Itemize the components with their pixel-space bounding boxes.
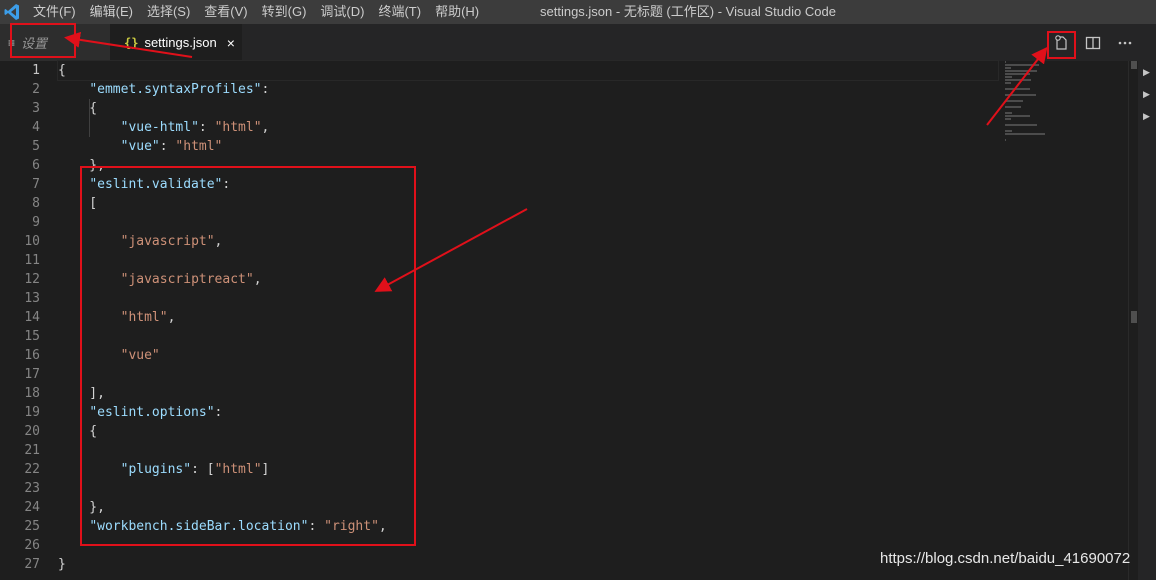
window-title: settings.json - 无标题 (工作区) - Visual Studi… — [540, 4, 836, 19]
code-line[interactable]: { — [58, 99, 998, 118]
code-token: { — [58, 63, 66, 78]
line-number: 3 — [32, 101, 40, 116]
line-number-gutter: 1 2 3 4 5 6 7 8 9 10 11 12 13 14 15 16 17 18 19 20 21 22 23 24 2… — [0, 61, 40, 574]
tab-settings-json[interactable]: {} settings.json × — [110, 24, 242, 61]
menu-item[interactable]: 终端(T) — [371, 0, 428, 24]
code-line[interactable]: { — [57, 60, 999, 81]
line-number: 7 — [32, 177, 40, 192]
minimap-line — [1005, 100, 1023, 102]
minimap-line — [1005, 124, 1038, 126]
line-number: 11 — [24, 253, 40, 268]
minimap[interactable] — [1005, 61, 1065, 141]
minimap-line — [1005, 76, 1013, 78]
title-bar: 文件(F) 编辑(E) 选择(S) 查看(V) 转到(G) 调试(D) 终端(T) 帮助(H)… — [0, 0, 1156, 24]
split-editor-icon[interactable] — [1082, 32, 1104, 54]
annotation-box-code — [80, 166, 416, 546]
line-number: 25 — [24, 519, 40, 534]
json-key: "emmet.syntaxProfiles" — [89, 82, 262, 97]
annotation-box-settings-tab — [10, 23, 76, 58]
menu-item[interactable]: 编辑(E) — [83, 0, 140, 24]
menu-item[interactable]: 转到(G) — [255, 0, 314, 24]
minimap-line — [1005, 106, 1021, 108]
line-number: 26 — [24, 538, 40, 553]
line-number: 5 — [32, 139, 40, 154]
minimap-line — [1005, 133, 1045, 135]
chevron-right-icon[interactable]: ▶ — [1143, 89, 1150, 100]
code-line[interactable]: } — [58, 555, 998, 574]
minimap-line — [1005, 64, 1039, 66]
json-string: "html" — [175, 139, 223, 154]
vscode-logo-icon — [4, 4, 19, 20]
minimap-line — [1005, 130, 1013, 132]
minimap-line — [1005, 139, 1007, 141]
line-number: 10 — [24, 234, 40, 249]
line-number: 20 — [24, 424, 40, 439]
menu-item[interactable]: 选择(S) — [140, 0, 197, 24]
line-number: 8 — [32, 196, 40, 211]
minimap-line — [1005, 61, 1007, 63]
watermark-text: https://blog.csdn.net/baidu_41690072 — [880, 550, 1131, 567]
minimap-line — [1005, 94, 1037, 96]
minimap-line — [1005, 73, 1031, 75]
scroll-thumb[interactable] — [1131, 311, 1137, 323]
code-token: { — [58, 101, 98, 116]
json-key: "vue" — [120, 139, 160, 154]
code-token: : — [159, 139, 176, 154]
line-number: 9 — [32, 215, 40, 230]
menu-bar: 文件(F) 编辑(E) 选择(S) 查看(V) 转到(G) 调试(D) 终端(T) 帮助(H) — [26, 0, 486, 24]
tab-label: settings.json — [144, 35, 217, 50]
line-number: 6 — [32, 158, 40, 173]
menu-item[interactable]: 调试(D) — [313, 0, 371, 24]
line-number: 4 — [32, 120, 40, 135]
minimap-line — [1005, 115, 1031, 117]
menu-item[interactable]: 查看(V) — [197, 0, 254, 24]
menu-item[interactable]: 帮助(H) — [428, 0, 486, 24]
line-number: 15 — [24, 329, 40, 344]
json-key: "vue-html" — [120, 120, 199, 135]
minimap-line — [1005, 67, 1011, 69]
code-line[interactable]: "vue-html": "html", — [58, 118, 998, 137]
line-number: 24 — [24, 500, 40, 515]
line-number: 18 — [24, 386, 40, 401]
line-number: 2 — [32, 82, 40, 97]
minimap-line — [1005, 82, 1011, 84]
code-token: , — [261, 120, 270, 135]
line-number: 1 — [32, 63, 40, 78]
minimap-line — [1005, 79, 1032, 81]
line-number: 17 — [24, 367, 40, 382]
tab-bar: ≡ 设置 {} settings.json × — [0, 24, 1156, 61]
code-token: } — [58, 557, 66, 572]
minimap-line — [1005, 112, 1013, 114]
scroll-marker-top — [1131, 61, 1137, 69]
line-number: 22 — [24, 462, 40, 477]
code-line[interactable]: "emmet.syntaxProfiles": — [58, 80, 998, 99]
json-string: "html" — [214, 120, 262, 135]
minimap-line — [1005, 70, 1038, 72]
chevron-right-icon[interactable]: ▶ — [1143, 111, 1150, 122]
menu-item[interactable]: 文件(F) — [26, 0, 83, 24]
annotation-box-open-settings — [1047, 31, 1076, 59]
code-line[interactable]: "vue": "html" — [58, 137, 998, 156]
line-number: 23 — [24, 481, 40, 496]
minimap-line — [1005, 118, 1011, 120]
chevron-right-icon[interactable]: ▶ — [1143, 67, 1150, 78]
line-number: 27 — [24, 557, 40, 572]
sidebar-strip: ▶ ▶ ▶ — [1138, 61, 1156, 580]
line-number: 13 — [24, 291, 40, 306]
more-actions-icon[interactable] — [1114, 32, 1136, 54]
line-number: 21 — [24, 443, 40, 458]
line-number: 16 — [24, 348, 40, 363]
line-number: 12 — [24, 272, 40, 287]
json-file-icon: {} — [124, 35, 139, 50]
minimap-line — [1005, 88, 1031, 90]
close-icon[interactable]: × — [227, 35, 235, 51]
code-token: : — [198, 120, 215, 135]
code-token: : — [261, 82, 278, 97]
line-number: 14 — [24, 310, 40, 325]
line-number: 19 — [24, 405, 40, 420]
